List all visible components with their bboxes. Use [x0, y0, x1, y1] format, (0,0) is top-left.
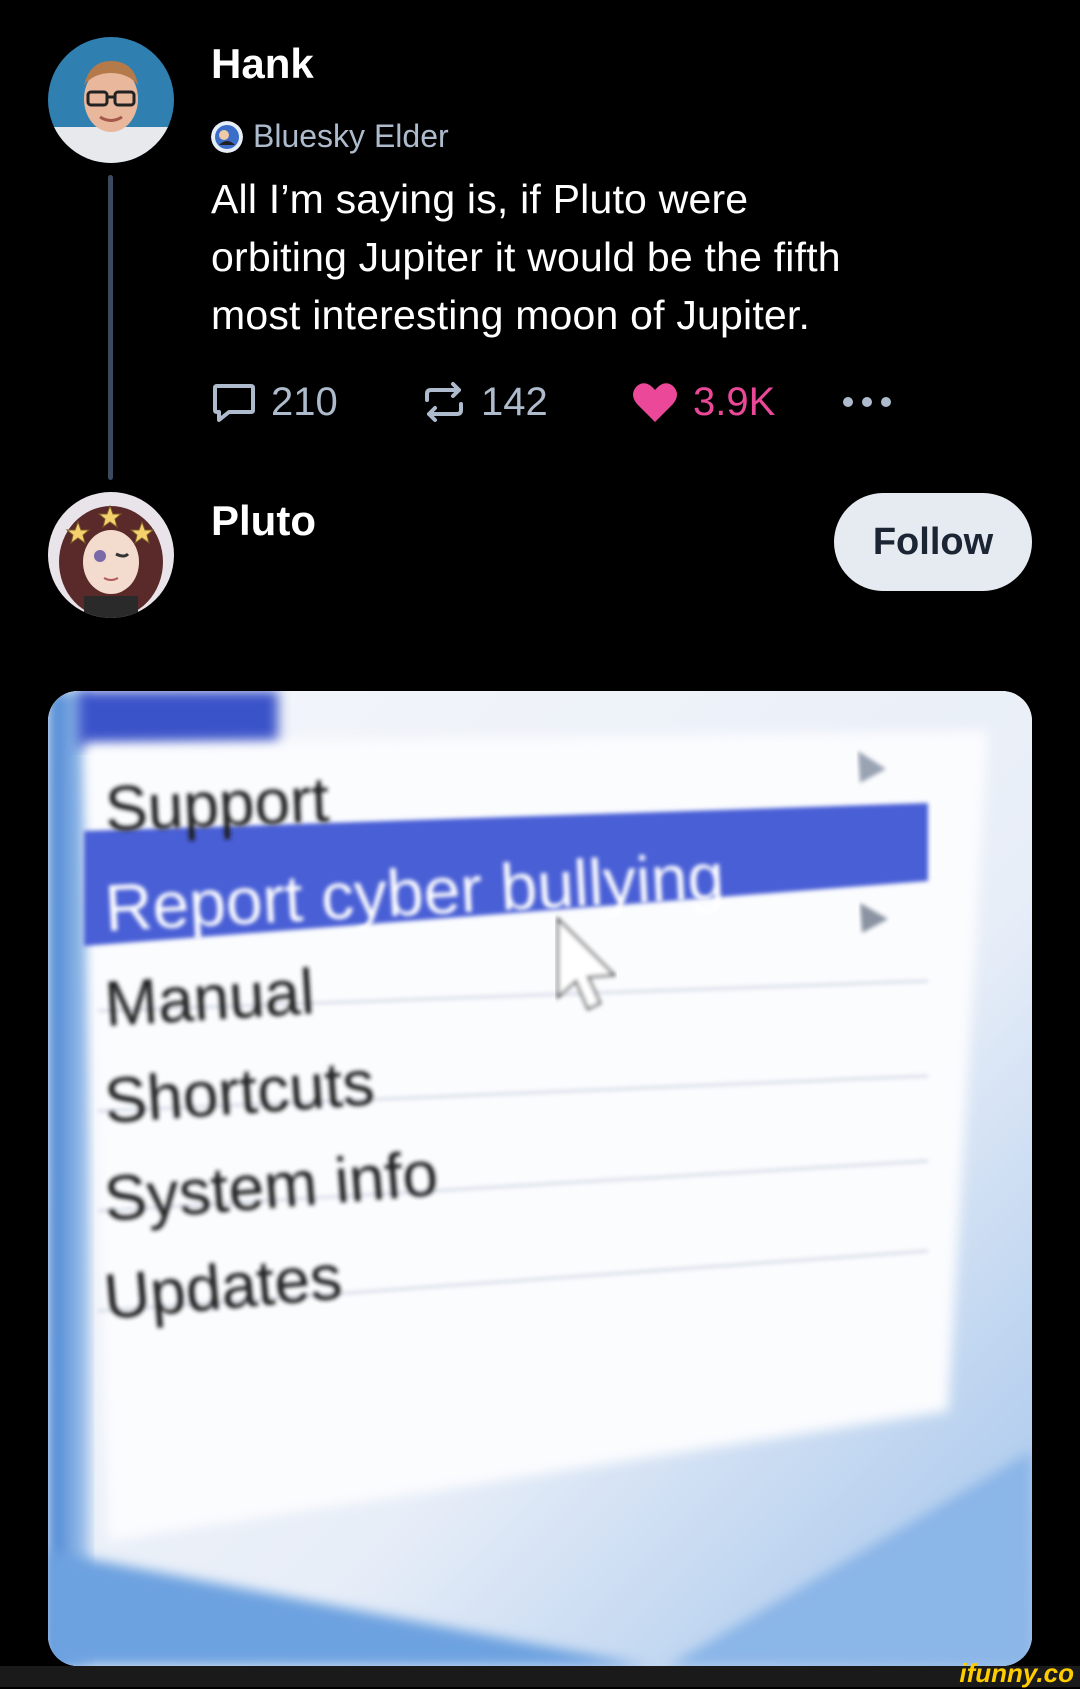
post-text-line: most interesting moon of Jupiter. — [211, 292, 811, 338]
thread-connector-line — [108, 175, 113, 480]
like-count: 3.9K — [693, 379, 776, 424]
post-text: All I’m saying is, if Pluto were orbitin… — [211, 170, 1031, 344]
footer-bar — [0, 1666, 1080, 1687]
post-image[interactable]: Support Report cyber bullying Manual Sho… — [48, 691, 1032, 1666]
menu-item-manual: Manual — [102, 955, 316, 1040]
post-text-line: orbiting Jupiter it would be the fifth — [211, 234, 841, 280]
more-options-button[interactable] — [841, 395, 901, 409]
avatar-pluto[interactable] — [48, 492, 174, 618]
reply-icon — [213, 384, 255, 422]
avatar-image — [48, 37, 174, 163]
menu-item-support: Support — [103, 763, 330, 845]
author-name[interactable]: Hank — [211, 40, 314, 88]
heart-icon — [633, 383, 677, 422]
avatar-hank[interactable] — [48, 37, 174, 163]
badge-label: Bluesky Elder — [253, 118, 449, 154]
repost-count: 142 — [481, 379, 548, 424]
follow-button[interactable]: Follow — [834, 493, 1032, 591]
avatar-image — [48, 492, 174, 618]
post-actions: 210 142 3.9K — [211, 374, 901, 430]
reply-count: 210 — [271, 379, 338, 424]
post-text-line: All I’m saying is, if Pluto were — [211, 176, 749, 222]
repost-icon — [425, 382, 463, 422]
author-badge: Bluesky Elder — [211, 118, 449, 155]
watermark-logo: ifunny.co — [959, 1658, 1074, 1688]
like-button[interactable]: 3.9K — [631, 380, 841, 425]
badge-icon — [211, 120, 243, 153]
repost-button[interactable]: 142 — [421, 380, 631, 425]
menu-screenshot-image: Support Report cyber bullying Manual Sho… — [48, 691, 1032, 1666]
ellipsis-icon — [843, 397, 891, 407]
reply-button[interactable]: 210 — [211, 380, 421, 425]
author-name[interactable]: Pluto — [211, 497, 316, 545]
